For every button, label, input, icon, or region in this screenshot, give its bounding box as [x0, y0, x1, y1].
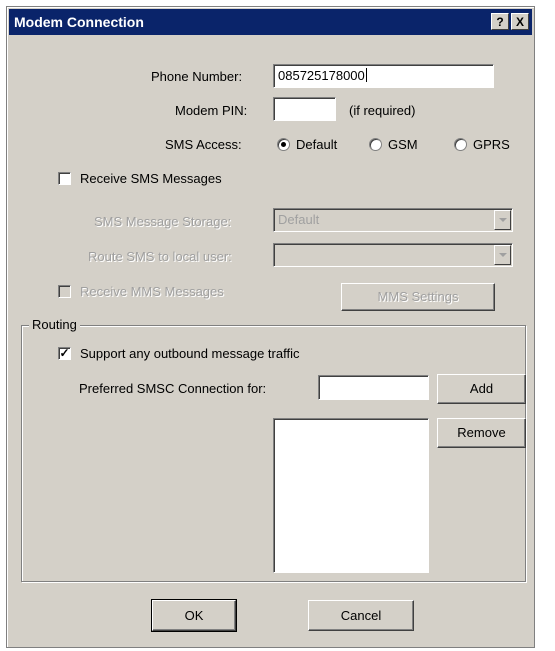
close-button[interactable]: X — [511, 13, 529, 30]
modem-connection-dialog: Modem Connection ? X Phone Number: 08572… — [6, 6, 535, 648]
support-outbound-checkbox[interactable]: ✓ — [58, 347, 71, 360]
smsc-connection-list[interactable] — [273, 418, 429, 573]
sms-storage-dropdown[interactable]: Default — [273, 208, 513, 232]
modem-pin-label: Modem PIN: — [175, 103, 248, 118]
help-button[interactable]: ? — [491, 13, 509, 30]
modem-pin-hint: (if required) — [349, 103, 416, 118]
cancel-button[interactable]: Cancel — [308, 600, 414, 631]
title-bar[interactable]: Modem Connection ? X — [9, 9, 532, 35]
sms-access-gprs-label: GPRS — [473, 137, 510, 152]
routing-legend: Routing — [29, 317, 80, 332]
dialog-title: Modem Connection — [14, 14, 144, 30]
sms-access-default-radio[interactable] — [277, 138, 290, 151]
sms-storage-value: Default — [278, 212, 320, 227]
phone-number-value: 085725178000 — [278, 68, 365, 83]
text-caret — [365, 68, 367, 82]
preferred-smsc-label: Preferred SMSC Connection for: — [79, 381, 267, 396]
phone-number-label: Phone Number: — [151, 69, 243, 84]
modem-pin-input[interactable] — [273, 97, 336, 121]
receive-sms-checkbox[interactable] — [58, 172, 71, 185]
remove-button[interactable]: Remove — [437, 418, 526, 448]
add-button[interactable]: Add — [437, 374, 526, 404]
receive-sms-label: Receive SMS Messages — [80, 171, 222, 186]
receive-mms-checkbox[interactable] — [58, 285, 71, 298]
route-sms-dropdown[interactable] — [273, 243, 513, 267]
preferred-smsc-input[interactable] — [318, 375, 429, 400]
chevron-down-icon[interactable] — [494, 210, 511, 230]
sms-access-default-label: Default — [296, 137, 338, 152]
route-sms-label: Route SMS to local user: — [88, 249, 232, 264]
support-outbound-label: Support any outbound message traffic — [80, 346, 300, 361]
phone-number-input[interactable]: 085725178000 — [273, 64, 494, 88]
sms-storage-label: SMS Message Storage: — [94, 214, 232, 229]
sms-access-gprs-radio[interactable] — [454, 138, 467, 151]
mms-settings-button[interactable]: MMS Settings — [341, 283, 495, 311]
receive-mms-label: Receive MMS Messages — [80, 284, 224, 299]
chevron-down-icon[interactable] — [494, 245, 511, 265]
sms-access-gsm-label: GSM — [388, 137, 418, 152]
sms-access-gsm-radio[interactable] — [369, 138, 382, 151]
sms-access-label: SMS Access: — [165, 137, 242, 152]
ok-button[interactable]: OK — [151, 599, 237, 632]
